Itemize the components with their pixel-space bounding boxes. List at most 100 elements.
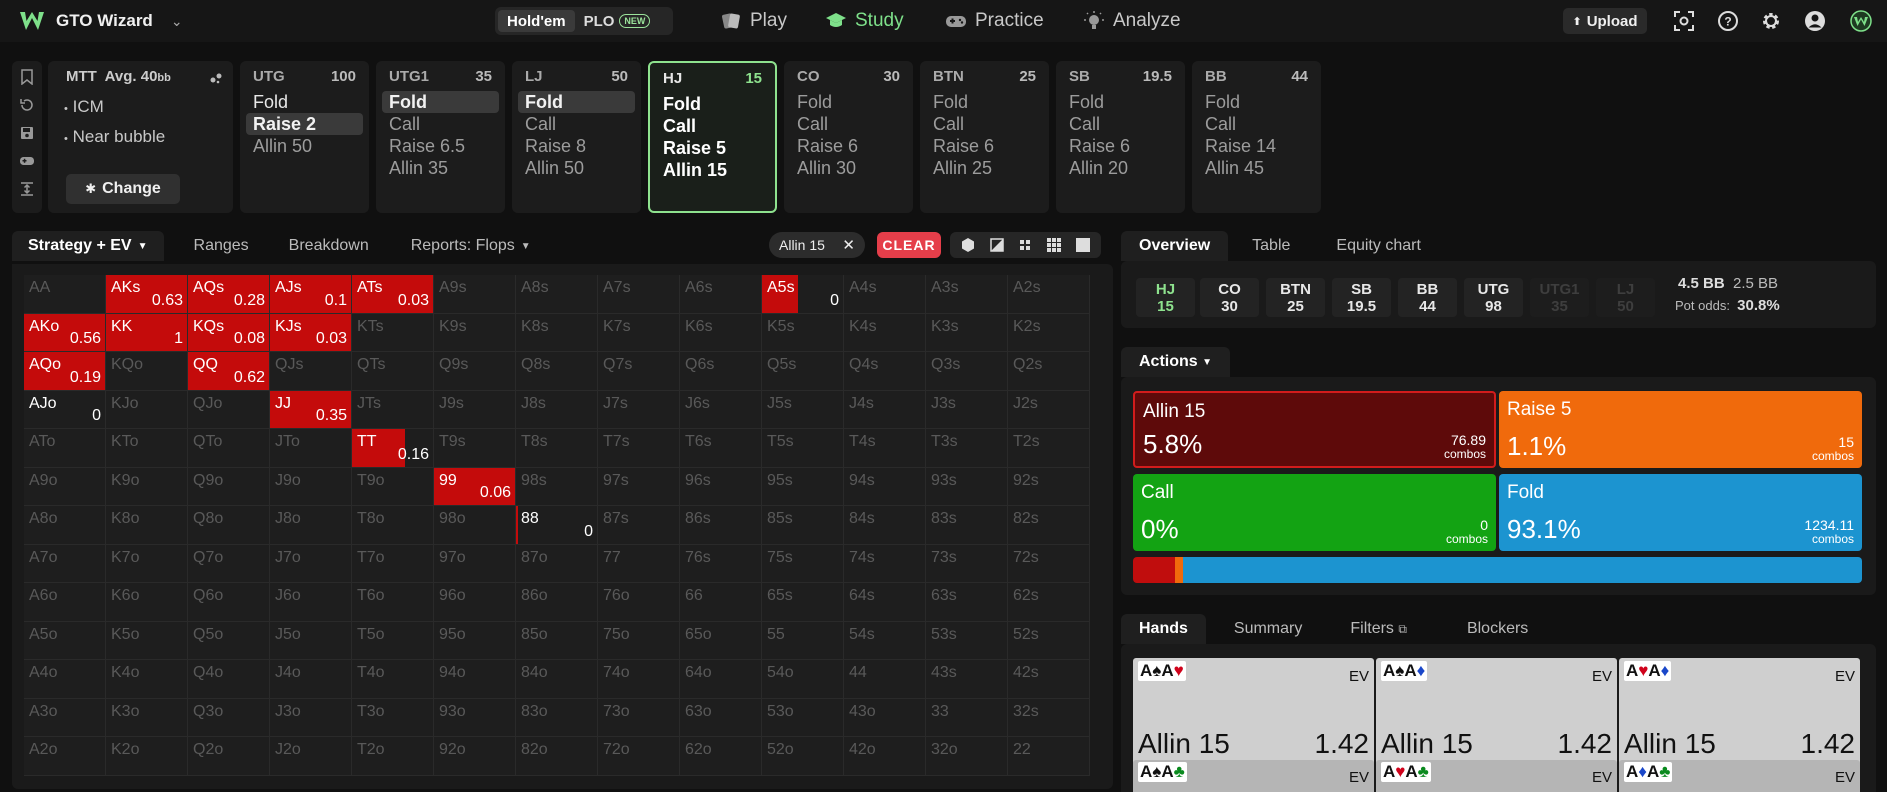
hand-cell-74o[interactable]: 74o xyxy=(598,660,680,699)
hand-cell-T6s[interactable]: T6s xyxy=(680,429,762,468)
hand-cell-Q8s[interactable]: Q8s xyxy=(516,352,598,391)
hand-cell-QTo[interactable]: QTo xyxy=(188,429,270,468)
seat-bb[interactable]: BB 44 xyxy=(1398,278,1457,317)
hand-cell-Q6o[interactable]: Q6o xyxy=(188,583,270,622)
hand-cell-96s[interactable]: 96s xyxy=(680,467,762,506)
contrast-icon[interactable] xyxy=(989,237,1005,253)
hand-cell-A3s[interactable]: A3s xyxy=(926,275,1008,314)
hand-card[interactable]: A♠A♣ EV xyxy=(1133,760,1374,792)
hand-cell-22[interactable]: 22 xyxy=(1008,737,1090,776)
hand-cell-Q2o[interactable]: Q2o xyxy=(188,737,270,776)
hand-cell-KJs[interactable]: KJs 0.03 xyxy=(270,313,352,352)
hand-cell-62s[interactable]: 62s xyxy=(1008,583,1090,622)
position-action[interactable]: Fold xyxy=(656,93,769,115)
position-action[interactable]: Call xyxy=(382,113,499,135)
position-action[interactable]: Raise 6 xyxy=(926,135,1043,157)
hand-cell-J4o[interactable]: J4o xyxy=(270,660,352,699)
hand-cell-J5o[interactable]: J5o xyxy=(270,621,352,660)
hand-cell-AJo[interactable]: AJo 0 xyxy=(24,390,106,429)
expand-vertical-icon[interactable] xyxy=(19,181,35,197)
hand-cell-Q5s[interactable]: Q5s xyxy=(762,352,844,391)
position-action[interactable]: Raise 6.5 xyxy=(382,135,499,157)
hand-cell-83o[interactable]: 83o xyxy=(516,698,598,737)
hand-cell-T3s[interactable]: T3s xyxy=(926,429,1008,468)
hand-cell-ATo[interactable]: ATo xyxy=(24,429,106,468)
action-raise-5[interactable]: Raise 5 1.1% 15 combos xyxy=(1499,391,1862,468)
position-action[interactable]: Fold xyxy=(790,91,907,113)
hand-cell-AJs[interactable]: AJs 0.1 xyxy=(270,275,352,314)
hand-cell-86s[interactable]: 86s xyxy=(680,506,762,545)
hand-cell-K9o[interactable]: K9o xyxy=(106,467,188,506)
tab-ranges[interactable]: Ranges xyxy=(164,231,265,261)
hand-cell-AA[interactable]: AA xyxy=(24,275,106,314)
hand-cell-84s[interactable]: 84s xyxy=(844,506,926,545)
grid-small-icon[interactable] xyxy=(1017,237,1033,253)
hand-cell-T9s[interactable]: T9s xyxy=(434,429,516,468)
hand-cell-Q6s[interactable]: Q6s xyxy=(680,352,762,391)
hand-cell-73o[interactable]: 73o xyxy=(598,698,680,737)
position-utg1[interactable]: UTG1 35 Fold Call Raise 6.5 Allin 35 xyxy=(376,61,505,213)
position-action[interactable]: Fold xyxy=(926,91,1043,113)
hand-cell-AKo[interactable]: AKo 0.56 xyxy=(24,313,106,352)
hand-cell-Q4s[interactable]: Q4s xyxy=(844,352,926,391)
tab-strategy-ev[interactable]: Strategy + EV ▼ xyxy=(12,231,164,261)
tab-hands[interactable]: Hands xyxy=(1121,614,1206,644)
hand-cell-A6s[interactable]: A6s xyxy=(680,275,762,314)
position-lj[interactable]: LJ 50 Fold Call Raise 8 Allin 50 xyxy=(512,61,641,213)
position-action[interactable]: Call xyxy=(518,113,635,135)
hand-cell-J6o[interactable]: J6o xyxy=(270,583,352,622)
hand-cell-J9s[interactable]: J9s xyxy=(434,390,516,429)
position-action[interactable]: Call xyxy=(1198,113,1315,135)
seat-lj[interactable]: LJ 50 xyxy=(1596,278,1655,317)
hand-cell-Q4o[interactable]: Q4o xyxy=(188,660,270,699)
position-action[interactable]: Raise 6 xyxy=(790,135,907,157)
hand-cell-A2o[interactable]: A2o xyxy=(24,737,106,776)
hand-cell-J8s[interactable]: J8s xyxy=(516,390,598,429)
hand-cell-64o[interactable]: 64o xyxy=(680,660,762,699)
hand-cell-K5o[interactable]: K5o xyxy=(106,621,188,660)
tab-breakdown[interactable]: Breakdown xyxy=(265,231,385,261)
hand-cell-54s[interactable]: 54s xyxy=(844,621,926,660)
hand-cell-T8o[interactable]: T8o xyxy=(352,506,434,545)
hand-cell-J5s[interactable]: J5s xyxy=(762,390,844,429)
hand-cell-K3o[interactable]: K3o xyxy=(106,698,188,737)
hand-cell-A9o[interactable]: A9o xyxy=(24,467,106,506)
position-action[interactable]: Call xyxy=(926,113,1043,135)
hand-cell-87s[interactable]: 87s xyxy=(598,506,680,545)
position-co[interactable]: CO 30 Fold Call Raise 6 Allin 30 xyxy=(784,61,913,213)
seat-co[interactable]: CO 30 xyxy=(1200,278,1259,317)
bookmark-icon[interactable] xyxy=(19,69,35,85)
hand-cell-Q3o[interactable]: Q3o xyxy=(188,698,270,737)
hand-cell-52o[interactable]: 52o xyxy=(762,737,844,776)
tab-table[interactable]: Table xyxy=(1228,231,1308,261)
position-action[interactable]: Fold xyxy=(1198,91,1315,113)
position-action[interactable]: Allin 20 xyxy=(1062,157,1179,179)
hand-cell-JTs[interactable]: JTs xyxy=(352,390,434,429)
hand-cell-95o[interactable]: 95o xyxy=(434,621,516,660)
hand-cell-TT[interactable]: TT 0.16 xyxy=(352,429,434,468)
hand-cell-92s[interactable]: 92s xyxy=(1008,467,1090,506)
reset-icon[interactable] xyxy=(19,97,35,113)
hand-cell-Q8o[interactable]: Q8o xyxy=(188,506,270,545)
hand-cell-T2s[interactable]: T2s xyxy=(1008,429,1090,468)
hand-cell-T7s[interactable]: T7s xyxy=(598,429,680,468)
gamepad-small-icon[interactable] xyxy=(19,153,35,169)
hand-cell-J7s[interactable]: J7s xyxy=(598,390,680,429)
square-icon[interactable] xyxy=(1075,237,1091,253)
plo-toggle[interactable]: PLO NEW xyxy=(575,10,660,32)
hand-cell-42s[interactable]: 42s xyxy=(1008,660,1090,699)
hand-cell-J2o[interactable]: J2o xyxy=(270,737,352,776)
position-action[interactable]: Raise 5 xyxy=(656,137,769,159)
hand-cell-ATs[interactable]: ATs 0.03 xyxy=(352,275,434,314)
hand-cell-J9o[interactable]: J9o xyxy=(270,467,352,506)
hand-cell-KQo[interactable]: KQo xyxy=(106,352,188,391)
upload-button[interactable]: ⬆ Upload xyxy=(1563,8,1647,34)
hand-cell-T4s[interactable]: T4s xyxy=(844,429,926,468)
position-action[interactable]: Allin 45 xyxy=(1198,157,1315,179)
position-action[interactable]: Allin 25 xyxy=(926,157,1043,179)
hand-cell-Q3s[interactable]: Q3s xyxy=(926,352,1008,391)
position-action[interactable]: Raise 6 xyxy=(1062,135,1179,157)
hand-cell-J6s[interactable]: J6s xyxy=(680,390,762,429)
hand-cell-53s[interactable]: 53s xyxy=(926,621,1008,660)
action-call[interactable]: Call 0% 0 combos xyxy=(1133,474,1496,551)
